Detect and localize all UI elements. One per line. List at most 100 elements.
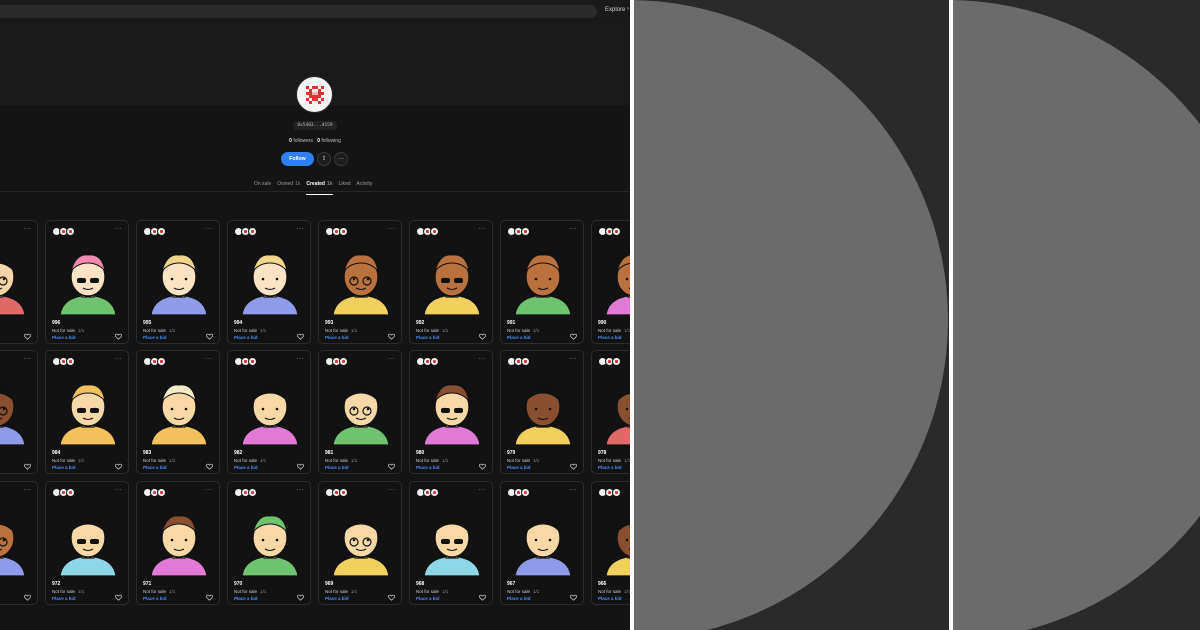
nft-artwork[interactable] (501, 500, 583, 577)
owner-avatar[interactable] (66, 488, 75, 497)
nft-title[interactable]: 994 (234, 320, 242, 326)
heart-icon[interactable] (115, 333, 122, 340)
owner-avatar[interactable] (521, 227, 530, 236)
nft-title[interactable]: 984 (52, 450, 60, 456)
nft-card[interactable]: ···Not for sale1/1Place a bid (0, 481, 38, 605)
owner-avatar[interactable] (66, 357, 75, 366)
nft-title[interactable]: 970 (234, 581, 242, 587)
card-menu-icon[interactable]: ··· (115, 226, 123, 232)
heart-icon[interactable] (479, 333, 486, 340)
nft-card[interactable]: ··· 982 Not for sale 1/1 Place a bid (227, 350, 311, 474)
owner-avatars[interactable] (598, 488, 621, 497)
heart-icon[interactable] (297, 594, 304, 601)
place-bid-link[interactable]: Place a bid (234, 596, 258, 601)
nft-title[interactable]: 966 (598, 581, 606, 587)
nft-artwork[interactable] (319, 369, 401, 446)
nft-title[interactable]: 967 (507, 581, 515, 587)
owner-avatars[interactable] (325, 227, 348, 236)
nft-artwork[interactable] (0, 369, 37, 446)
nft-card[interactable]: ···978Not for sale1/1Place a bid (591, 350, 630, 474)
card-menu-icon[interactable]: ··· (24, 487, 32, 493)
owner-avatar[interactable] (612, 357, 621, 366)
nft-title[interactable]: 983 (143, 450, 151, 456)
heart-icon[interactable] (388, 333, 395, 340)
nft-card[interactable]: ··· 993 Not for sale 1/1 Place a bid (318, 220, 402, 344)
owner-avatar[interactable] (157, 227, 166, 236)
nft-title[interactable]: 979 (507, 450, 515, 456)
owner-avatars[interactable] (507, 488, 530, 497)
owner-avatar[interactable] (521, 488, 530, 497)
owner-avatar[interactable] (157, 357, 166, 366)
card-menu-icon[interactable]: ··· (479, 487, 487, 493)
nft-title[interactable]: 968 (416, 581, 424, 587)
owner-avatars[interactable] (143, 488, 166, 497)
nft-artwork[interactable] (410, 239, 492, 316)
nft-card[interactable]: ···Not for sale1/1Place a bid (0, 350, 38, 474)
nft-artwork[interactable] (319, 500, 401, 577)
owner-avatars[interactable] (598, 227, 621, 236)
card-menu-icon[interactable]: ··· (297, 487, 305, 493)
nft-card[interactable]: ··· 970 Not for sale 1/1 Place a bid (227, 481, 311, 605)
nft-artwork[interactable] (410, 369, 492, 446)
owner-avatars[interactable] (234, 357, 257, 366)
owner-avatars[interactable] (52, 488, 75, 497)
card-menu-icon[interactable]: ··· (388, 356, 396, 362)
card-menu-icon[interactable]: ··· (297, 226, 305, 232)
owner-avatar[interactable] (248, 357, 257, 366)
nft-title[interactable]: 969 (325, 581, 333, 587)
card-menu-icon[interactable]: ··· (24, 356, 32, 362)
owner-avatar[interactable] (612, 227, 621, 236)
card-menu-icon[interactable]: ··· (570, 487, 578, 493)
heart-icon[interactable] (206, 333, 213, 340)
card-menu-icon[interactable]: ··· (206, 356, 214, 362)
nft-artwork[interactable] (228, 239, 310, 316)
nft-card[interactable]: ··· 984 Not for sale 1/1 Place a bid (45, 350, 129, 474)
heart-icon[interactable] (388, 463, 395, 470)
owner-avatars[interactable] (507, 227, 530, 236)
nft-title[interactable]: 991 (507, 320, 515, 326)
place-bid-link[interactable]: Place a bid (52, 596, 76, 601)
nft-artwork[interactable] (501, 239, 583, 316)
owner-avatars[interactable] (598, 357, 621, 366)
nav-explore-link[interactable]: Explore (605, 7, 625, 13)
nft-artwork[interactable] (137, 369, 219, 446)
share-button[interactable]: ⇪ (317, 152, 331, 166)
card-menu-icon[interactable]: ··· (297, 356, 305, 362)
nft-card[interactable]: ··· 972 Not for sale 1/1 Place a bid (45, 481, 129, 605)
wallet-address[interactable]: 0x5403...d159 (293, 121, 337, 130)
heart-icon[interactable] (115, 594, 122, 601)
card-menu-icon[interactable]: ··· (388, 487, 396, 493)
owner-avatar[interactable] (339, 357, 348, 366)
owner-avatars[interactable] (325, 488, 348, 497)
nft-artwork[interactable] (319, 239, 401, 316)
heart-icon[interactable] (206, 594, 213, 601)
nft-title[interactable]: 971 (143, 581, 151, 587)
place-bid-link[interactable]: Place a bid (325, 465, 349, 470)
nft-artwork[interactable] (501, 369, 583, 446)
place-bid-link[interactable]: Place a bid (143, 596, 167, 601)
nft-artwork[interactable] (592, 500, 630, 577)
heart-icon[interactable] (24, 463, 31, 470)
nft-artwork[interactable] (0, 500, 37, 577)
owner-avatar[interactable] (521, 357, 530, 366)
card-menu-icon[interactable]: ··· (479, 356, 487, 362)
heart-icon[interactable] (388, 594, 395, 601)
following-label[interactable]: following (321, 138, 340, 144)
card-menu-icon[interactable]: ··· (206, 487, 214, 493)
card-menu-icon[interactable]: ··· (570, 356, 578, 362)
owner-avatar[interactable] (339, 227, 348, 236)
place-bid-link[interactable]: Place a bid (416, 596, 440, 601)
heart-icon[interactable] (570, 333, 577, 340)
owner-avatar[interactable] (157, 488, 166, 497)
owner-avatars[interactable] (416, 488, 439, 497)
place-bid-link[interactable]: Place a bid (416, 465, 440, 470)
followers-label[interactable]: followers (293, 138, 313, 144)
heart-icon[interactable] (570, 463, 577, 470)
nft-title[interactable]: 980 (416, 450, 424, 456)
heart-icon[interactable] (479, 463, 486, 470)
owner-avatar[interactable] (430, 227, 439, 236)
heart-icon[interactable] (24, 594, 31, 601)
nft-title[interactable]: 982 (234, 450, 242, 456)
heart-icon[interactable] (297, 463, 304, 470)
nft-artwork[interactable] (46, 500, 128, 577)
